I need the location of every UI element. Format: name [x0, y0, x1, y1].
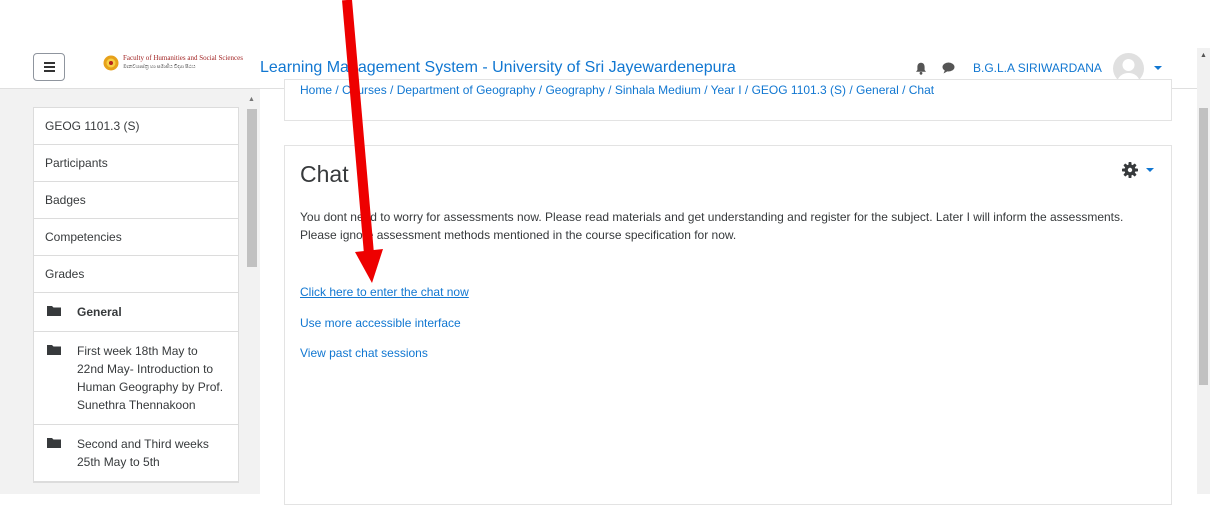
past-sessions-link[interactable]: View past chat sessions — [300, 346, 428, 360]
drawer-scrollbar[interactable] — [247, 109, 257, 267]
user-menu-caret-icon[interactable] — [1153, 66, 1162, 70]
page-title: Chat — [300, 161, 349, 187]
breadcrumb[interactable]: Home / Courses / Department of Geography… — [300, 83, 934, 97]
menu-icon — [43, 62, 55, 72]
user-menu-name[interactable]: B.G.L.A SIRIWARDANA — [973, 61, 1102, 75]
main-content-card: Chat You dont need to worry for assessme… — [284, 145, 1172, 505]
faculty-logo[interactable]: Faculty of Humanities and Social Science… — [103, 54, 243, 72]
accessible-interface-link[interactable]: Use more accessible interface — [300, 316, 461, 330]
chat-bubble-icon[interactable] — [942, 62, 955, 74]
nav-item-badges[interactable]: Badges — [34, 182, 238, 219]
seal-icon — [103, 55, 119, 71]
nav-section-week-2-3[interactable]: Second and Third weeks 25th May to 5th — [34, 425, 238, 482]
folder-icon — [47, 438, 61, 448]
folder-icon — [47, 306, 61, 316]
nav-item-course[interactable]: GEOG 1101.3 (S) — [34, 108, 238, 145]
nav-section-general[interactable]: General — [34, 293, 238, 332]
logo-subtitle: මානවශාස්ත්‍ර හා සමාජීය විද්‍යා පීඨය — [123, 65, 196, 70]
breadcrumb-card: Home / Courses / Department of Geography… — [284, 79, 1172, 121]
page-scrollbar-thumb[interactable] — [1199, 108, 1208, 385]
site-name-link[interactable]: Learning Management System - University … — [260, 59, 736, 77]
nav-item-grades[interactable]: Grades — [34, 256, 238, 293]
drawer-scroll-up-icon[interactable]: ▲ — [248, 96, 255, 103]
intro-line-2: Please ignore assessment methods mention… — [300, 228, 737, 242]
intro-line-1: You dont need to worry for assessments n… — [300, 210, 1124, 224]
page-scroll-up-icon[interactable]: ▲ — [1200, 52, 1207, 59]
nav-section-week-1[interactable]: First week 18th May to 22nd May- Introdu… — [34, 332, 238, 425]
chat-intro: You dont need to worry for assessments n… — [300, 208, 1160, 244]
nav-item-competencies[interactable]: Competencies — [34, 219, 238, 256]
menu-toggle-button[interactable] — [33, 53, 65, 81]
bell-icon[interactable] — [915, 62, 927, 75]
course-nav-list: GEOG 1101.3 (S) Participants Badges Comp… — [33, 107, 239, 483]
folder-icon — [47, 345, 61, 355]
nav-drawer: ▲ GEOG 1101.3 (S) Participants Badges Co… — [0, 89, 260, 494]
nav-item-participants[interactable]: Participants — [34, 145, 238, 182]
chevron-down-icon — [1146, 168, 1154, 172]
logo-title: Faculty of Humanities and Social Science… — [123, 54, 243, 62]
gear-icon — [1122, 162, 1138, 178]
enter-chat-link[interactable]: Click here to enter the chat now — [300, 285, 469, 299]
actions-menu-button[interactable] — [1122, 162, 1154, 178]
